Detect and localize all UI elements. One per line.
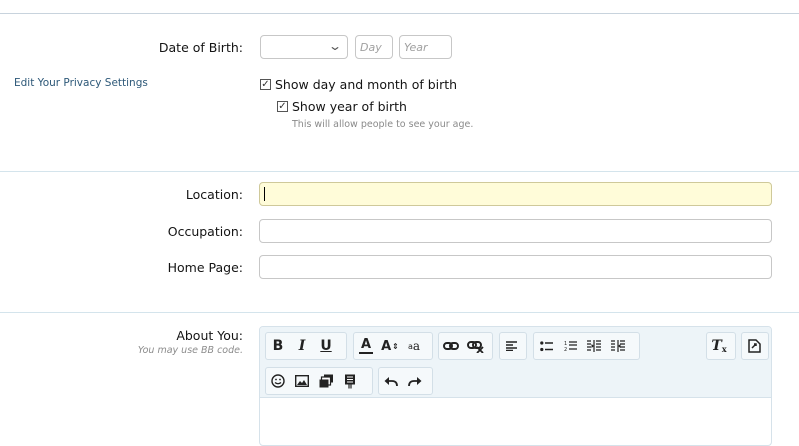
show-year-label: Show year of birth — [292, 99, 407, 114]
show-year-option[interactable]: ✓ Show year of birth — [277, 99, 407, 114]
history-group — [378, 367, 433, 395]
italic-icon[interactable]: I — [290, 333, 314, 359]
font-family-icon[interactable]: aa — [402, 333, 426, 359]
remove-format-group: Tx — [706, 332, 736, 360]
home-page-input[interactable] — [260, 256, 771, 278]
show-year-checkbox[interactable]: ✓ — [277, 101, 288, 112]
numbered-list-icon[interactable]: 12 — [558, 333, 582, 359]
svg-text:2: 2 — [564, 347, 567, 352]
remove-format-icon[interactable]: Tx — [707, 333, 731, 359]
home-page-label: Home Page: — [167, 260, 243, 275]
media-group — [265, 367, 373, 395]
media-icon[interactable] — [314, 368, 338, 394]
section-divider — [0, 312, 799, 313]
toggle-bbcode-icon[interactable] — [742, 333, 766, 359]
editor-content-area[interactable] — [260, 398, 771, 445]
insert-more-icon[interactable] — [338, 368, 362, 394]
text-caret — [264, 187, 265, 201]
link-icon[interactable] — [439, 333, 463, 359]
show-day-month-checkbox[interactable]: ✓ — [260, 79, 271, 90]
birth-year-input[interactable] — [400, 36, 451, 59]
occupation-label: Occupation: — [167, 224, 243, 239]
link-group — [438, 332, 493, 360]
list-group: 12 — [533, 332, 640, 360]
home-page-field[interactable] — [259, 255, 772, 279]
font-size-icon[interactable]: A ⇕ — [378, 333, 402, 359]
show-day-month-option[interactable]: ✓ Show day and month of birth — [260, 77, 457, 92]
age-visibility-hint: This will allow people to see your age. — [292, 119, 474, 130]
bold-icon[interactable]: B — [266, 333, 290, 359]
date-of-birth-label: Date of Birth: — [158, 40, 243, 55]
birth-year-field[interactable] — [399, 35, 452, 59]
chevron-down-icon: ⌄ — [327, 39, 343, 53]
about-you-editor[interactable]: B I U A A ⇕ aa 1 2 T x — [259, 326, 772, 446]
smiley-icon[interactable] — [266, 368, 290, 394]
underline-icon[interactable]: U — [314, 333, 338, 359]
location-label: Location: — [185, 187, 243, 202]
birth-day-field[interactable] — [355, 35, 393, 59]
section-divider — [0, 171, 799, 172]
align-icon[interactable] — [500, 333, 524, 359]
indent-icon[interactable] — [606, 333, 630, 359]
font-group: A A ⇕ aa — [353, 332, 433, 360]
toggle-mode-group — [741, 332, 769, 360]
text-style-group: B I U — [265, 332, 347, 360]
image-icon[interactable] — [290, 368, 314, 394]
occupation-input[interactable] — [260, 220, 771, 242]
font-color-icon[interactable]: A — [354, 333, 378, 359]
unlink-icon[interactable] — [463, 333, 487, 359]
editor-toolbar: B I U A A ⇕ aa 1 2 T x — [260, 327, 771, 398]
undo-icon[interactable] — [379, 368, 403, 394]
outdent-icon[interactable] — [582, 333, 606, 359]
bb-code-hint: You may use BB code. — [137, 345, 243, 356]
birth-month-select[interactable]: ⌄ — [260, 35, 348, 59]
about-you-label: About You: — [176, 328, 243, 343]
bullet-list-icon[interactable] — [534, 333, 558, 359]
birth-day-input[interactable] — [356, 36, 392, 59]
location-field[interactable] — [259, 182, 772, 206]
occupation-field[interactable] — [259, 219, 772, 243]
top-divider — [0, 13, 799, 14]
edit-privacy-settings-link[interactable]: Edit Your Privacy Settings — [14, 77, 148, 89]
redo-icon[interactable] — [403, 368, 427, 394]
align-group — [499, 332, 527, 360]
show-day-month-label: Show day and month of birth — [275, 77, 458, 92]
location-input[interactable] — [260, 183, 771, 205]
